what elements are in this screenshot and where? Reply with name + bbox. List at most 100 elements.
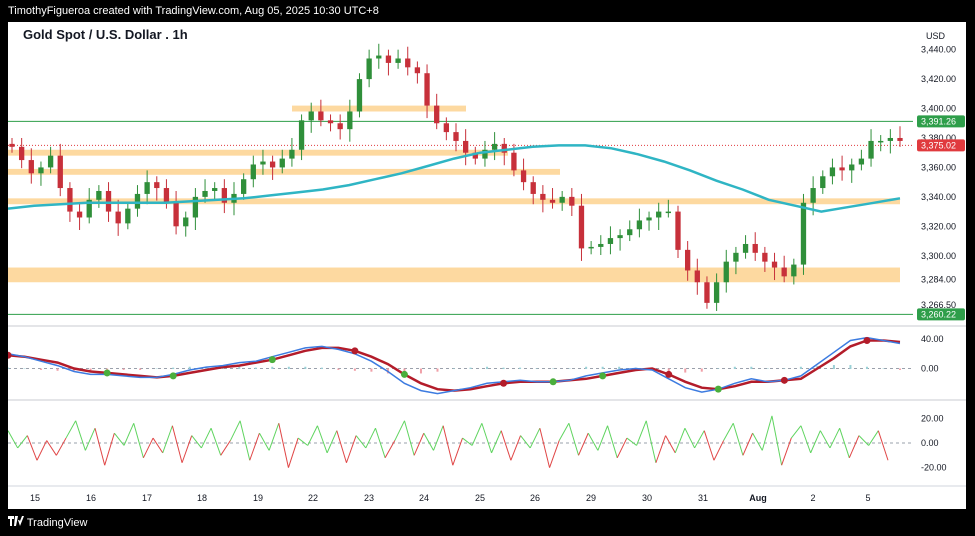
oscillator-histogram-bar	[882, 368, 885, 370]
price-level-tag-label: 3,391.26	[921, 116, 956, 126]
candle-body	[183, 217, 189, 227]
price-axis-tick-label: 3,340.00	[921, 192, 956, 202]
candle-body	[723, 261, 729, 283]
candle-body	[424, 73, 430, 106]
oscillator-histogram-bar	[552, 368, 555, 370]
candle-body	[868, 140, 874, 159]
oscillator-histogram-bar	[519, 367, 522, 370]
oscillator-histogram-bar	[585, 366, 588, 370]
plot-area[interactable]: Gold Spot / U.S. Dollar . 1h USD 3,440.0…	[4, 22, 966, 509]
time-axis-tick-label: 30	[642, 493, 652, 503]
candle-body	[308, 111, 314, 121]
candle-body	[887, 137, 894, 141]
oscillator-histogram-bar	[899, 368, 901, 370]
candle-body	[694, 270, 700, 283]
candle-body	[434, 105, 440, 124]
cross-signal-dot	[780, 376, 788, 384]
candle-body	[9, 143, 15, 147]
candle-body	[829, 167, 836, 177]
oscillator-histogram-bar	[271, 366, 274, 370]
time-axis-tick-label: 23	[364, 493, 374, 503]
candle-body	[414, 67, 421, 74]
oscillator-histogram-bar	[766, 368, 769, 370]
candle-body	[405, 58, 411, 68]
time-axis-tick-label: 15	[30, 493, 40, 503]
candle-body	[839, 167, 845, 171]
candle-body	[800, 202, 807, 265]
candle-body	[598, 243, 604, 247]
candle-body	[57, 155, 63, 189]
candle-body	[781, 267, 787, 277]
candle-body	[38, 167, 44, 174]
oscillator-histogram-bar	[188, 366, 191, 370]
oscillator-histogram-bar	[700, 368, 703, 372]
candle-body	[549, 199, 556, 203]
oscillator-histogram-bar	[56, 368, 59, 371]
time-axis-tick-label: Aug	[749, 493, 767, 503]
candle-body	[289, 149, 295, 159]
candle-body	[771, 261, 778, 268]
cross-signal-dot	[103, 369, 111, 377]
candle-body	[733, 252, 739, 262]
time-axis-tick-label: 25	[475, 493, 485, 503]
time-axis-tick-label: 2	[810, 493, 815, 503]
oscillator-histogram-bar	[717, 368, 720, 370]
oscillator-histogram-bar	[320, 367, 323, 370]
oscillator-histogram-bar	[172, 367, 175, 370]
price-axis-tick-label: 3,420.00	[921, 74, 956, 84]
candle-body	[376, 55, 382, 59]
price-axis-tick-label: 3,400.00	[921, 104, 956, 114]
candle-body	[144, 182, 150, 194]
candle-body	[115, 211, 121, 224]
oscillator-histogram-bar	[832, 364, 835, 370]
price-axis-tick-label: 3,284.00	[921, 274, 956, 284]
chart-title: Gold Spot / U.S. Dollar . 1h	[23, 27, 188, 42]
cross-signal-dot	[549, 378, 557, 386]
candle-body	[76, 211, 83, 218]
time-axis-tick-label: 24	[419, 493, 429, 503]
candle-body	[762, 252, 768, 262]
oscillator-histogram-bar	[684, 368, 687, 373]
candle-body	[675, 211, 681, 250]
candle-body	[269, 161, 276, 168]
candle-body	[791, 264, 797, 277]
momentum-axis-tick-label: 20.00	[921, 413, 944, 423]
cross-signal-dot	[863, 337, 871, 345]
candle-body	[47, 155, 54, 168]
candle-body	[240, 179, 247, 194]
oscillator-axis-tick-label: 40.00	[921, 334, 944, 344]
candle-body	[18, 146, 25, 161]
candle-body	[298, 120, 305, 150]
candle-body	[810, 188, 816, 203]
candle-body	[453, 132, 459, 141]
candle-body	[318, 111, 324, 121]
footer-brand: TradingView	[26, 517, 88, 529]
candle-body	[105, 190, 112, 212]
cross-signal-dot	[714, 385, 722, 393]
oscillator-histogram-bar	[535, 368, 538, 370]
price-axis-tick-label: 3,440.00	[921, 45, 956, 55]
cross-signal-dot	[169, 372, 177, 380]
oscillator-histogram-bar	[7, 367, 9, 370]
chart-svg[interactable]: Gold Spot / U.S. Dollar . 1h USD 3,440.0…	[4, 22, 966, 509]
candle-body	[125, 208, 131, 224]
candle-body	[28, 160, 34, 174]
time-axis-tick-label: 26	[530, 493, 540, 503]
oscillator-histogram-bar	[618, 366, 621, 370]
oscillator-axis-tick-label: 0.00	[921, 364, 939, 374]
candle-body	[820, 176, 826, 189]
tradingview-logo-icon	[8, 510, 24, 536]
credit-line: TimothyFigueroa created with TradingView…	[0, 0, 975, 22]
oscillator-histogram-bar	[40, 368, 43, 370]
candle-body	[636, 220, 643, 230]
candle-body	[462, 140, 469, 153]
candle-body	[356, 79, 363, 112]
time-axis-tick-label: 31	[698, 493, 708, 503]
candle-body	[279, 158, 285, 168]
momentum-axis-tick-label: 0.00	[921, 438, 939, 448]
oscillator-histogram-bar	[304, 366, 307, 370]
oscillator-histogram-bar	[122, 368, 125, 370]
candle-body	[347, 111, 353, 130]
candle-body	[752, 243, 758, 253]
time-axis-tick-label: 17	[142, 493, 152, 503]
